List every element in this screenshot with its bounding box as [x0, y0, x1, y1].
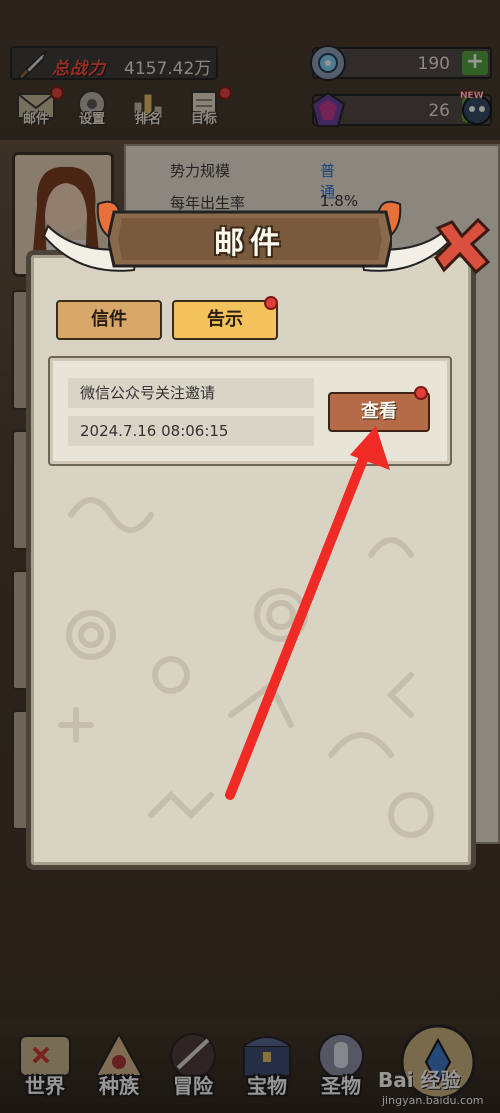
dialog-background-pattern [58, 402, 434, 838]
tab-letters[interactable]: 信件 [56, 300, 162, 340]
tab-notices[interactable]: 告示 [172, 300, 278, 340]
dialog-title: 邮件 [214, 226, 286, 261]
notices-notification-dot [264, 296, 278, 310]
mail-dialog [26, 250, 476, 870]
mail-subject: 微信公众号关注邀请 [68, 378, 314, 408]
game-screen: 势力规模 普通 每年出生率 1.8% 总战力 4157.42万 190 + 26… [0, 0, 500, 1113]
mail-timestamp: 2024.7.16 08:06:15 [68, 416, 314, 446]
close-icon[interactable] [430, 214, 494, 278]
view-notification-dot [414, 386, 428, 400]
view-mail-button[interactable]: 查看 [328, 392, 430, 432]
